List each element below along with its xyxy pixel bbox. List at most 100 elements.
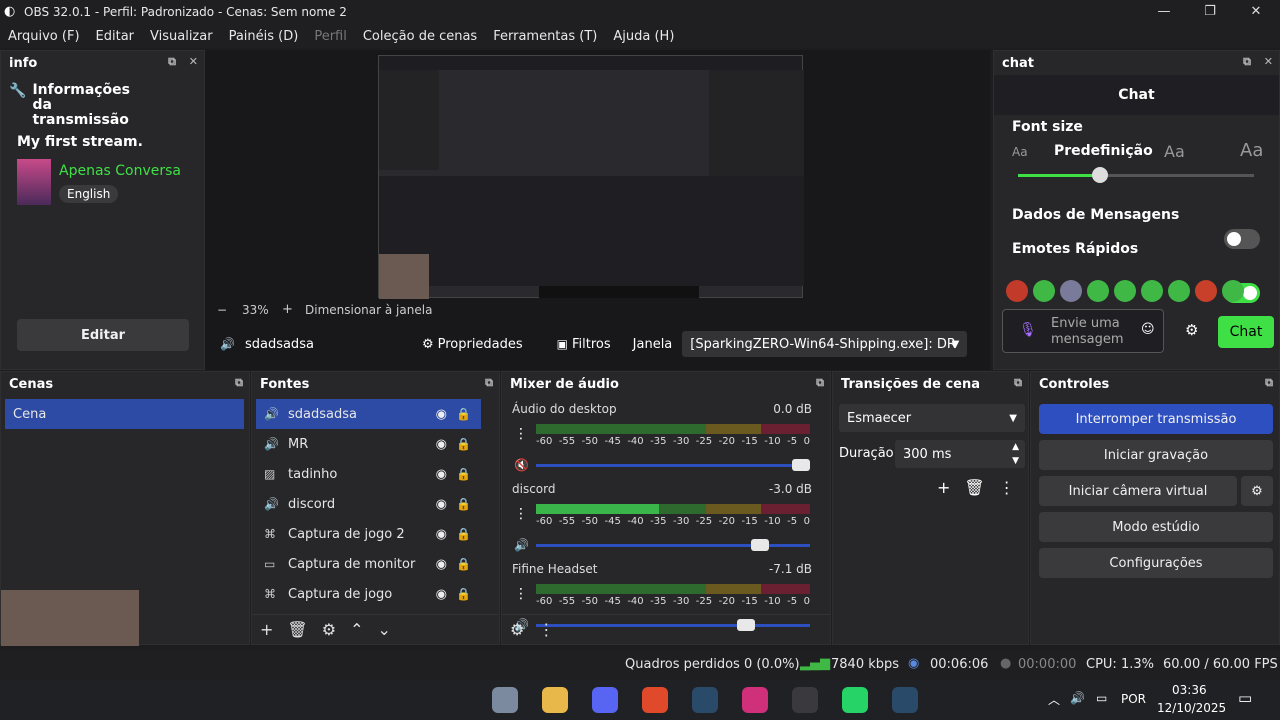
obs-icon[interactable] [792,687,818,713]
lock-icon[interactable]: 🔒 [456,587,471,601]
menu-perfil[interactable]: Perfil [314,29,347,44]
source-item[interactable]: 🔊 MR ◉ 🔒 [256,429,481,459]
chat-input[interactable]: 🎙 Envie uma mensagem ☺ [1002,309,1164,353]
filters-icon[interactable]: ▣ [557,337,568,351]
font-size-slider-knob[interactable] [1092,167,1108,183]
visibility-icon[interactable]: ◉ [436,467,447,482]
close-dock-icon[interactable]: ✕ [189,55,198,68]
preview-area[interactable]: − 33% + Dimensionar à janela [205,50,990,370]
fit-to-window-label[interactable]: Dimensionar à janela [305,303,432,317]
speaker-icon[interactable]: 🔊 [514,538,529,552]
mic-icon[interactable]: 🎙 [1019,322,1037,338]
font-size-large[interactable]: Aa [1240,140,1263,161]
discord-icon[interactable] [592,687,618,713]
preview-canvas[interactable] [378,55,804,299]
zoom-minus-icon[interactable]: − [217,303,227,317]
add-icon[interactable]: + [937,478,950,497]
font-size-medium[interactable]: Aa [1164,142,1185,161]
move-up-icon[interactable]: ⌃ [350,620,363,639]
volume-knob[interactable] [750,539,769,551]
more-icon[interactable]: ⋮ [538,620,554,639]
more-icon[interactable]: ⋮ [514,426,528,442]
language-indicator[interactable]: POR [1121,692,1146,706]
visibility-icon[interactable]: ◉ [436,557,447,572]
duration-stepper[interactable]: ▲ ▼ [1012,440,1019,468]
emote-icon[interactable] [1087,280,1109,302]
emote-icon[interactable] [1141,280,1163,302]
properties-button[interactable]: Propriedades [438,337,523,352]
emote-icon[interactable] [1195,280,1217,302]
start-record-button[interactable]: Iniciar gravação [1039,440,1273,470]
emoji-icon[interactable]: ☺ [1141,322,1155,337]
lock-icon[interactable]: 🔒 [456,467,471,481]
menu-colecao-cenas[interactable]: Coleção de cenas [363,29,477,44]
volume-slider[interactable] [536,459,810,471]
notifications-icon[interactable]: ▭ [1238,689,1252,707]
source-item[interactable]: 🔊 discord ◉ 🔒 [256,489,481,519]
lock-icon[interactable]: 🔒 [456,497,471,511]
minimize-icon[interactable]: — [1144,2,1184,22]
volume-knob[interactable] [792,459,810,471]
move-down-icon[interactable]: ⌄ [377,620,390,639]
brave-icon[interactable] [642,687,668,713]
lock-icon[interactable]: 🔒 [456,527,471,541]
virtual-cam-settings-icon[interactable]: ⚙ [1241,476,1273,506]
emote-icon[interactable] [1006,280,1028,302]
transition-select[interactable]: Esmaecer ▼ [839,404,1025,432]
trash-icon[interactable]: 🗑 [964,478,984,497]
paint-icon[interactable] [492,687,518,713]
add-icon[interactable]: + [260,620,273,639]
studio-mode-button[interactable]: Modo estúdio [1039,512,1273,542]
network-icon[interactable]: ▭ [1096,691,1107,705]
settings-button[interactable]: Configurações [1039,548,1273,578]
lock-icon[interactable]: 🔒 [456,557,471,571]
menu-paineis[interactable]: Painéis (D) [229,29,299,44]
close-dock-icon[interactable]: ✕ [1264,55,1273,68]
close-icon[interactable]: ✕ [1236,2,1276,22]
lock-icon[interactable]: 🔒 [456,437,471,451]
emote-icon[interactable] [1033,280,1055,302]
volume-slider[interactable] [536,539,810,551]
visibility-icon[interactable]: ◉ [436,437,447,452]
scene-item[interactable]: Cena [5,399,244,429]
font-size-small[interactable]: Aa [1012,145,1028,159]
gear-icon[interactable]: ⚙ [322,620,336,639]
steam-icon[interactable] [692,687,718,713]
emote-icon[interactable] [1168,280,1190,302]
chat-settings-icon[interactable]: ⚙ [1185,321,1198,339]
muted-speaker-icon[interactable]: 🔇 [514,458,529,472]
source-item[interactable]: ⌘ Captura de jogo ◉ 🔒 [256,579,481,609]
more-icon[interactable]: ⋮ [514,506,528,522]
stream-category[interactable]: Apenas Conversa [59,163,181,179]
menu-visualizar[interactable]: Visualizar [150,29,213,44]
float-icon[interactable]: ⧉ [1243,55,1251,69]
whatsapp-icon[interactable] [842,687,868,713]
app-icon[interactable] [742,687,768,713]
float-icon[interactable]: ⧉ [1014,376,1022,390]
virtual-cam-button[interactable]: Iniciar câmera virtual [1039,476,1237,506]
float-icon[interactable]: ⧉ [235,376,243,390]
stop-stream-button[interactable]: Interromper transmissão [1039,404,1273,434]
menu-arquivo[interactable]: Arquivo (F) [8,29,80,44]
source-item[interactable]: ⌘ Captura de jogo 2 ◉ 🔒 [256,519,481,549]
gear-icon[interactable]: ⚙ [422,337,434,352]
trash-icon[interactable]: 🗑 [287,620,307,639]
source-item[interactable]: ▭ Captura de monitor ◉ 🔒 [256,549,481,579]
visibility-icon[interactable]: ◉ [436,497,447,512]
more-icon[interactable]: ⋮ [514,586,528,602]
clock-time[interactable]: 03:36 [1172,683,1207,697]
font-size-default[interactable]: Predefinição [1054,143,1153,159]
folder-icon[interactable] [542,687,568,713]
window-select[interactable]: [SparkingZERO-Win64-Shipping.exe]: DR ▼ [682,331,968,357]
menu-ferramentas[interactable]: Ferramentas (T) [493,29,597,44]
steam-icon[interactable] [892,687,918,713]
emote-icon[interactable] [1114,280,1136,302]
visibility-icon[interactable]: ◉ [436,527,447,542]
visibility-icon[interactable]: ◉ [436,587,447,602]
volume-icon[interactable]: 🔊 [1070,691,1085,705]
duration-input[interactable]: 300 ms ▲ ▼ [895,440,1025,468]
visibility-icon[interactable]: ◉ [436,407,447,422]
filters-button[interactable]: Filtros [572,337,611,352]
gear-icon[interactable]: ⚙ [510,620,524,639]
font-size-slider[interactable] [1018,167,1254,183]
